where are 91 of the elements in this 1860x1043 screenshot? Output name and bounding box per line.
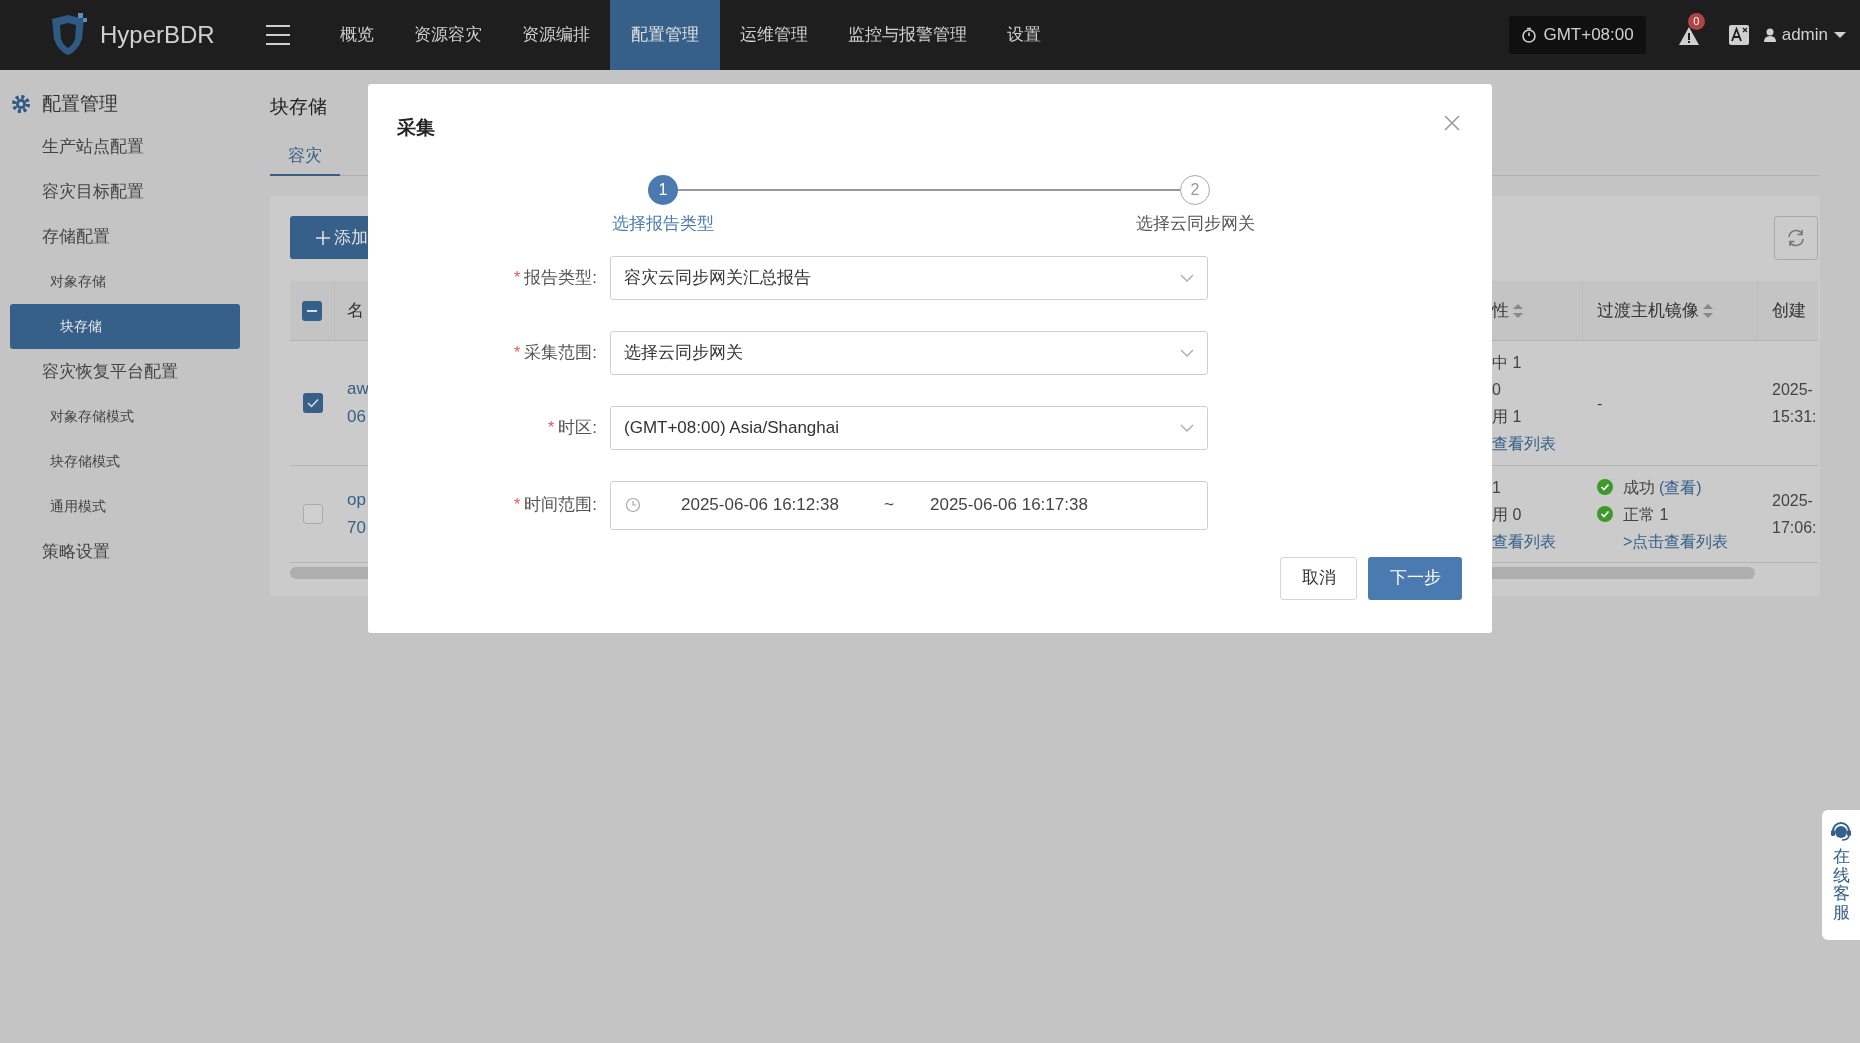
alert-count-badge: 0 bbox=[1687, 13, 1705, 30]
column-header: 创建 bbox=[1772, 299, 1806, 322]
required-mark: * bbox=[514, 342, 521, 363]
select-all-checkbox[interactable] bbox=[302, 300, 322, 321]
step-number: 1 bbox=[648, 174, 678, 205]
refresh-button[interactable] bbox=[1774, 216, 1818, 260]
sidebar-item[interactable]: 生产站点配置 bbox=[0, 133, 144, 160]
sidebar-item[interactable]: 对象存储模式 bbox=[0, 406, 134, 427]
view-list-link[interactable]: >点击查看列表 bbox=[1597, 527, 1758, 555]
nav-tab[interactable]: 运维管理 bbox=[720, 0, 828, 70]
sidebar-title: 配置管理 bbox=[42, 91, 118, 116]
view-list-link[interactable]: 查看列表 bbox=[1492, 527, 1583, 555]
field-label: 时间范围: bbox=[524, 494, 597, 517]
cancel-button[interactable]: 取消 bbox=[1280, 556, 1357, 600]
alert-icon bbox=[1677, 25, 1700, 47]
timer-icon bbox=[1521, 27, 1538, 43]
chevron-down-icon bbox=[1180, 423, 1194, 432]
cell-text: 2025- bbox=[1772, 491, 1814, 511]
sidebar-item[interactable]: 容灾恢复平台配置 bbox=[0, 358, 178, 385]
caret-icon bbox=[1834, 31, 1846, 39]
scrollbar[interactable] bbox=[1492, 567, 1755, 579]
tab[interactable]: 容灾 bbox=[270, 137, 340, 176]
logo-text: HyperBDR bbox=[100, 20, 215, 50]
timezone-button[interactable]: GMT+08:00 bbox=[1509, 16, 1646, 54]
sidebar-item[interactable]: 通用模式 bbox=[0, 496, 106, 517]
close-button[interactable] bbox=[1444, 114, 1462, 132]
name-link[interactable]: aw bbox=[347, 377, 368, 401]
next-button[interactable]: 下一步 bbox=[1368, 556, 1462, 600]
check-icon bbox=[306, 398, 319, 408]
name-link[interactable]: 06 bbox=[347, 405, 368, 429]
sidebar-item[interactable]: 容灾目标配置 bbox=[0, 178, 144, 205]
view-link[interactable]: (查看) bbox=[1659, 473, 1702, 501]
gear-icon bbox=[10, 93, 32, 115]
column-header: 过渡主机镜像 bbox=[1597, 299, 1699, 322]
cell-text: 1 bbox=[1492, 477, 1502, 498]
view-list-link[interactable]: 查看列表 bbox=[1492, 430, 1583, 457]
field-label: 时区: bbox=[558, 416, 597, 439]
chevron-down-icon bbox=[1180, 348, 1194, 357]
close-icon bbox=[1444, 115, 1460, 131]
nav-tab[interactable]: 配置管理 bbox=[610, 0, 720, 70]
select-field[interactable]: (GMT+08:00) Asia/Shanghai bbox=[610, 405, 1208, 450]
sidebar-item[interactable]: 存储配置 bbox=[0, 223, 110, 250]
status-text: 成功 bbox=[1623, 477, 1655, 498]
user-icon bbox=[1763, 28, 1776, 42]
menu-button[interactable] bbox=[266, 25, 290, 45]
step-number: 2 bbox=[1180, 174, 1210, 205]
sidebar-item[interactable]: 块存储模式 bbox=[0, 451, 120, 472]
chevron-down-icon bbox=[1180, 273, 1194, 282]
scrollbar[interactable] bbox=[290, 567, 368, 579]
sidebar-item[interactable]: 对象存储 bbox=[0, 271, 106, 292]
required-mark: * bbox=[548, 417, 555, 438]
required-mark: * bbox=[514, 267, 521, 288]
page-title: 块存储 bbox=[270, 95, 328, 119]
sidebar-item[interactable]: 策略设置 bbox=[0, 538, 110, 565]
nav-tab[interactable]: 设置 bbox=[987, 0, 1061, 70]
headset-icon bbox=[1830, 820, 1852, 842]
refresh-icon bbox=[1786, 228, 1806, 248]
column-header: 名 bbox=[346, 299, 365, 322]
cell-text: 用 0 bbox=[1492, 504, 1523, 525]
dialog-title: 采集 bbox=[397, 116, 435, 140]
plus-icon bbox=[316, 230, 330, 245]
select-field[interactable]: 选择云同步网关 bbox=[610, 330, 1208, 375]
nav-tab[interactable]: 资源编排 bbox=[502, 0, 610, 70]
cell-text: - bbox=[1597, 393, 1604, 414]
cell-text: 中 1 bbox=[1492, 353, 1523, 373]
add-button[interactable]: 添加 bbox=[290, 216, 368, 259]
name-link[interactable]: op bbox=[347, 488, 368, 512]
column-header: 性 bbox=[1492, 299, 1509, 322]
cell-text: 15:31: bbox=[1772, 407, 1818, 427]
nav-tab[interactable]: 资源容灾 bbox=[394, 0, 502, 70]
name-link[interactable]: 70 bbox=[347, 516, 368, 540]
field-label: 报告类型: bbox=[524, 266, 597, 289]
nav-tab[interactable]: 监控与报警管理 bbox=[828, 0, 987, 70]
step-label: 选择报告类型 bbox=[612, 212, 714, 235]
date-range-field[interactable]: 2025-06-06 16:12:38 ~ 2025-06-06 16:17:38 bbox=[610, 480, 1208, 530]
cell-text: 2025- bbox=[1772, 380, 1814, 400]
sidebar-item[interactable]: 块存储 bbox=[10, 304, 240, 349]
select-field[interactable]: 容灾云同步网关汇总报告 bbox=[610, 255, 1208, 300]
user-menu[interactable]: admin bbox=[1763, 22, 1846, 48]
cell-text: 0 bbox=[1492, 380, 1502, 400]
required-mark: * bbox=[514, 495, 521, 515]
row-checkbox[interactable] bbox=[302, 504, 323, 524]
cell-text: 17:06: bbox=[1772, 518, 1818, 538]
row-checkbox[interactable] bbox=[302, 393, 323, 413]
status-text: 正常 1 bbox=[1623, 504, 1669, 525]
translate-icon bbox=[1727, 24, 1750, 46]
clock-icon bbox=[625, 497, 641, 513]
cell-text: 用 1 bbox=[1492, 407, 1523, 427]
nav-tab[interactable]: 概览 bbox=[320, 0, 394, 70]
field-label: 采集范围: bbox=[524, 341, 597, 364]
step-label: 选择云同步网关 bbox=[1135, 212, 1255, 235]
